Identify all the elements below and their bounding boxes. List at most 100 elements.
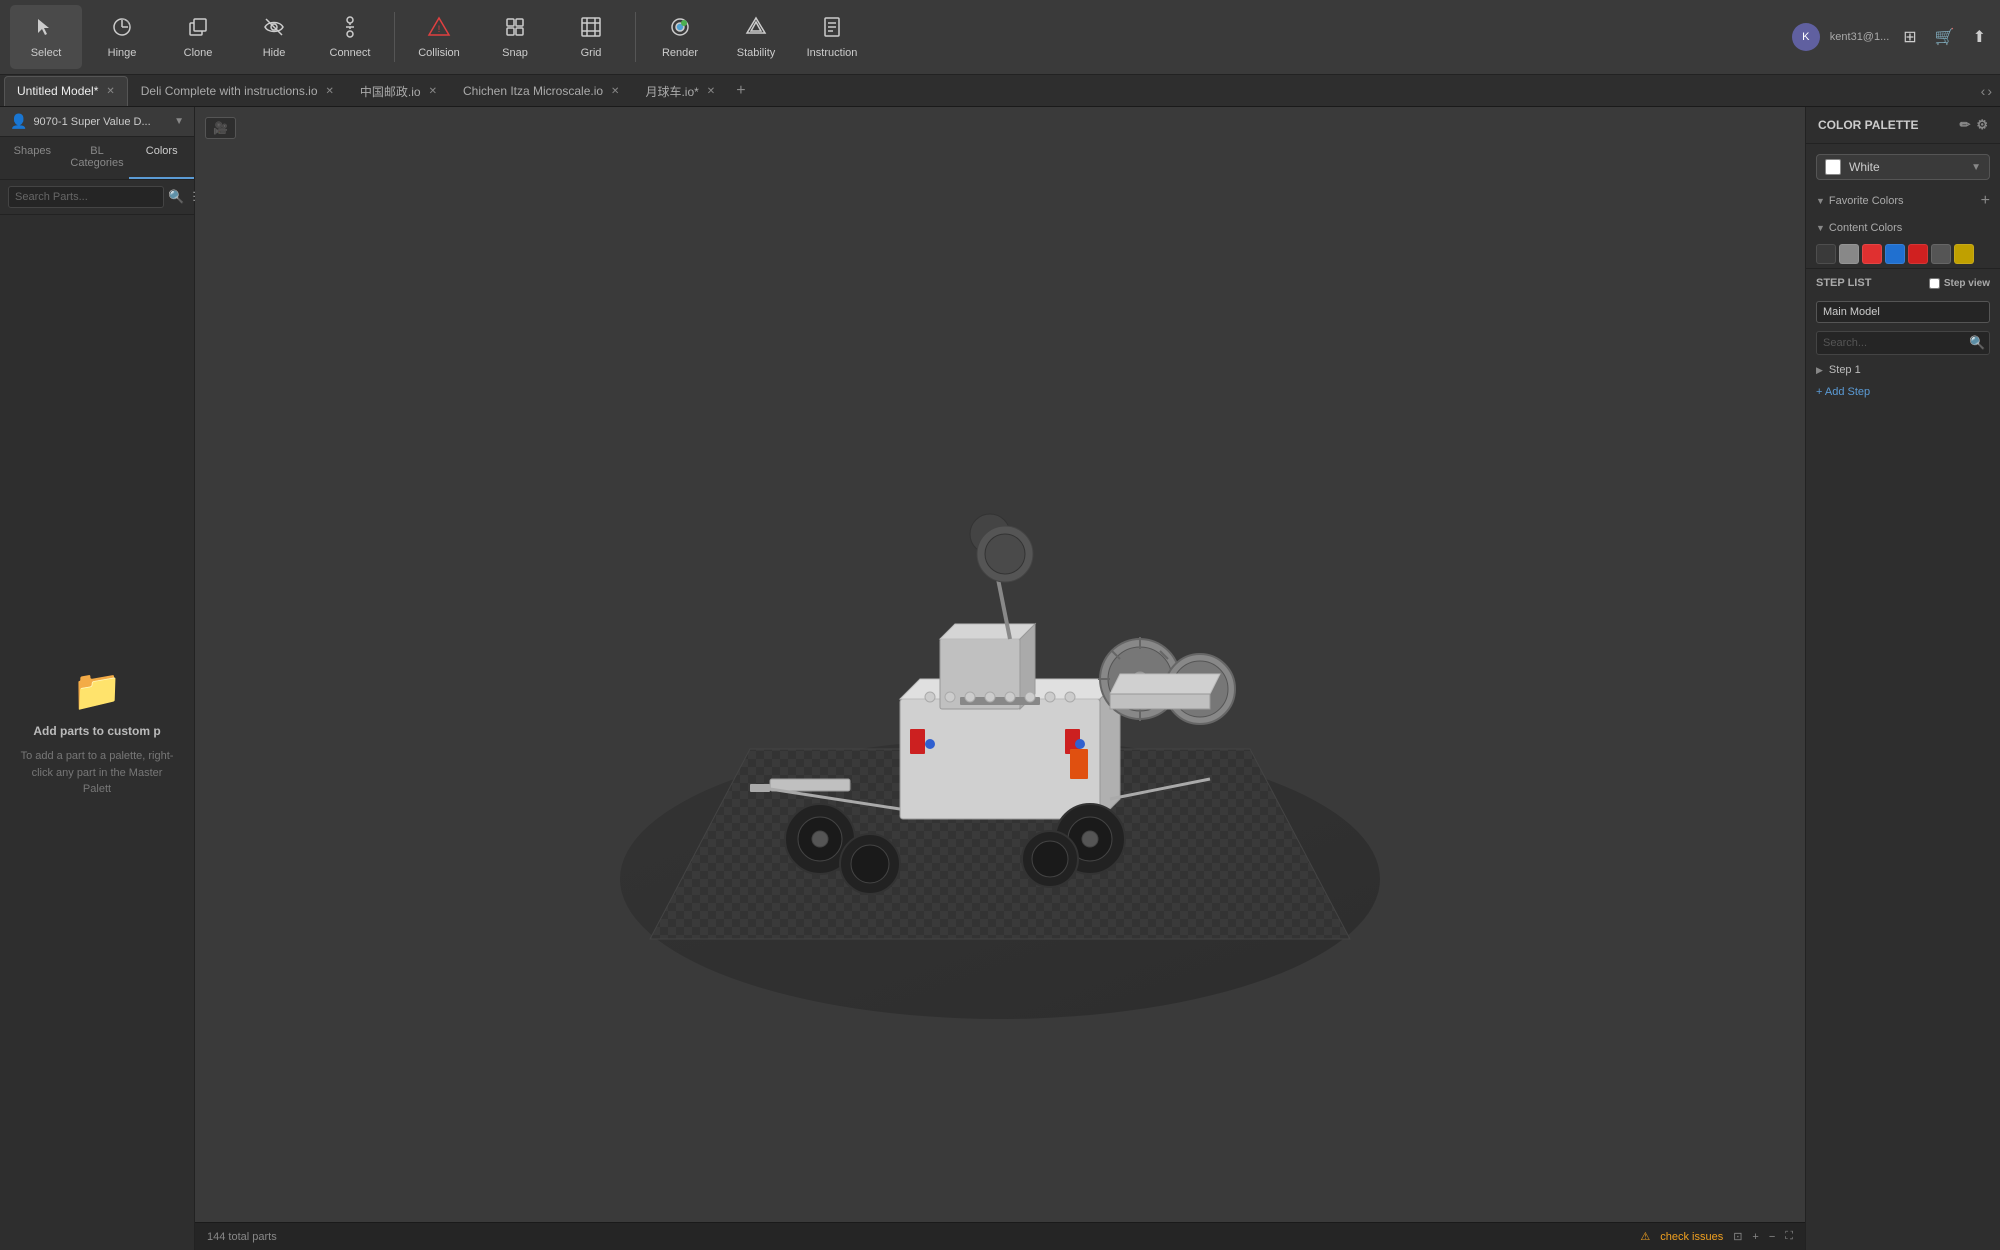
tab-chichen[interactable]: Chichen Itza Microscale.io ✕ — [450, 76, 632, 106]
tab-moon-car-close[interactable]: ✕ — [707, 86, 715, 97]
grid-view-btn[interactable]: ⊞ — [1899, 23, 1920, 51]
search-bar: 🔍 ☰ ⊞ — [0, 180, 194, 215]
fav-label: Favorite Colors — [1829, 195, 1904, 207]
cart-btn[interactable]: 🛒 — [1931, 23, 1959, 51]
viewport[interactable]: 🎥 — [195, 107, 1805, 1250]
settings-icon[interactable]: ⚙ — [1976, 117, 1988, 133]
tab-china-post[interactable]: 中国邮政.io ✕ — [347, 76, 450, 106]
select-icon — [34, 15, 58, 43]
add-step-btn[interactable]: + Add Step — [1806, 381, 2000, 403]
color-gray[interactable] — [1839, 244, 1859, 264]
model-selector-arrow: ▼ — [174, 116, 184, 127]
user-avatar[interactable]: K — [1792, 23, 1820, 51]
instruction-tool[interactable]: Instruction — [796, 5, 868, 69]
username: kent31@1... — [1830, 31, 1889, 43]
tab-deli[interactable]: Deli Complete with instructions.io ✕ — [128, 76, 347, 106]
model-select[interactable]: Main Model — [1816, 301, 1990, 323]
step-1-item[interactable]: ▶ Step 1 — [1806, 359, 2000, 381]
color-red-1[interactable] — [1862, 244, 1882, 264]
hinge-tool[interactable]: Hinge — [86, 5, 158, 69]
hide-tool[interactable]: Hide — [238, 5, 310, 69]
status-right: ⚠ check issues ⊡ + − ⛶ — [1640, 1230, 1793, 1243]
tab-moon-car[interactable]: 月球车.io* ✕ — [632, 76, 728, 106]
collision-label: Collision — [418, 47, 460, 59]
color-palette-title: COLOR PALETTE — [1818, 118, 1918, 132]
scene-svg — [500, 319, 1500, 1039]
selected-color-name: White — [1849, 160, 1963, 174]
render-icon — [668, 15, 692, 43]
nav-colors[interactable]: Colors — [129, 137, 194, 179]
tab-china-post-close[interactable]: ✕ — [429, 86, 437, 97]
search-button[interactable]: 🔍 — [168, 189, 184, 205]
toolbar-divider-2 — [635, 12, 636, 62]
grid-tool[interactable]: Grid — [555, 5, 627, 69]
clone-icon — [186, 15, 210, 43]
viewport-3d — [195, 107, 1805, 1250]
panel-header-icons: ✏ ⚙ — [1959, 117, 1988, 133]
step-list-title: STEP LIST — [1816, 277, 1871, 289]
content-colors-section[interactable]: ▼ Content Colors — [1806, 216, 2000, 240]
step-view-checkbox[interactable] — [1929, 278, 1940, 289]
warning-icon: ⚠ — [1640, 1230, 1650, 1243]
tab-chichen-label: Chichen Itza Microscale.io — [463, 84, 603, 98]
tab-nav-next[interactable]: › — [1987, 83, 1992, 99]
instruction-label: Instruction — [807, 47, 858, 59]
stability-tool[interactable]: Stability — [720, 5, 792, 69]
add-favorite-btn[interactable]: + — [1981, 192, 1990, 210]
main-area: 👤 9070-1 Super Value D... ▼ Shapes BL Ca… — [0, 107, 2000, 1250]
tab-chichen-close[interactable]: ✕ — [611, 86, 619, 97]
selected-color-swatch — [1825, 159, 1841, 175]
step-list-header: STEP LIST Step view — [1806, 268, 2000, 297]
tab-untitled-close[interactable]: ✕ — [106, 86, 114, 97]
hide-label: Hide — [263, 47, 286, 59]
step-view-toggle: Step view — [1929, 278, 1990, 289]
upload-btn[interactable]: ⬆ — [1969, 23, 1990, 51]
favorite-colors-section[interactable]: ▼ Favorite Colors + — [1806, 186, 2000, 216]
right-panel: COLOR PALETTE ✏ ⚙ White ▼ ▼ Favorite Col… — [1805, 107, 2000, 1250]
zoom-fit-btn[interactable]: ⊡ — [1733, 1230, 1742, 1243]
empty-title: Add parts to custom p — [33, 724, 160, 738]
tab-add-btn[interactable]: + — [728, 82, 753, 100]
nav-bl-categories[interactable]: BL Categories — [65, 137, 130, 179]
snap-tool[interactable]: Snap — [479, 5, 551, 69]
step-search-input[interactable] — [1823, 337, 1965, 349]
check-issues[interactable]: check issues — [1660, 1231, 1723, 1243]
color-dark-gray[interactable] — [1816, 244, 1836, 264]
zoom-out-btn[interactable]: − — [1769, 1231, 1775, 1243]
color-selector[interactable]: White ▼ — [1816, 154, 1990, 180]
step-search-button[interactable]: 🔍 — [1969, 335, 1985, 351]
search-input[interactable] — [8, 186, 164, 208]
tab-deli-close[interactable]: ✕ — [326, 86, 334, 97]
tab-moon-car-label: 月球车.io* — [645, 83, 698, 100]
clone-tool[interactable]: Clone — [162, 5, 234, 69]
select-tool[interactable]: Select — [10, 5, 82, 69]
model-selector[interactable]: 👤 9070-1 Super Value D... ▼ — [0, 107, 194, 137]
edit-icon[interactable]: ✏ — [1959, 117, 1970, 133]
zoom-in-btn[interactable]: + — [1752, 1231, 1758, 1243]
connect-icon — [338, 15, 362, 43]
status-bar: 144 total parts ⚠ check issues ⊡ + − ⛶ — [195, 1222, 1805, 1250]
tab-nav-prev[interactable]: ‹ — [1981, 83, 1986, 99]
tab-deli-label: Deli Complete with instructions.io — [141, 84, 318, 98]
connect-tool[interactable]: Connect — [314, 5, 386, 69]
toolbar-right: K kent31@1... ⊞ 🛒 ⬆ — [1792, 23, 1990, 51]
hide-icon — [262, 15, 286, 43]
select-label: Select — [31, 47, 62, 59]
tab-untitled[interactable]: Untitled Model* ✕ — [4, 76, 128, 106]
nav-shapes[interactable]: Shapes — [0, 137, 65, 179]
tabs-bar: Untitled Model* ✕ Deli Complete with ins… — [0, 75, 2000, 107]
color-red-2[interactable] — [1908, 244, 1928, 264]
tab-untitled-label: Untitled Model* — [17, 84, 98, 98]
color-dark-gray-2[interactable] — [1931, 244, 1951, 264]
collision-tool[interactable]: ! Collision — [403, 5, 475, 69]
toolbar-divider-1 — [394, 12, 395, 62]
tab-nav[interactable]: ‹ › — [1977, 83, 1996, 99]
color-blue[interactable] — [1885, 244, 1905, 264]
connect-label: Connect — [330, 47, 371, 59]
fullscreen-btn[interactable]: ⛶ — [1785, 1230, 1793, 1243]
grid-icon — [579, 15, 603, 43]
render-tool[interactable]: Render — [644, 5, 716, 69]
color-yellow[interactable] — [1954, 244, 1974, 264]
camera-btn[interactable]: 🎥 — [205, 117, 236, 139]
folder-icon: 📁 — [72, 667, 122, 714]
